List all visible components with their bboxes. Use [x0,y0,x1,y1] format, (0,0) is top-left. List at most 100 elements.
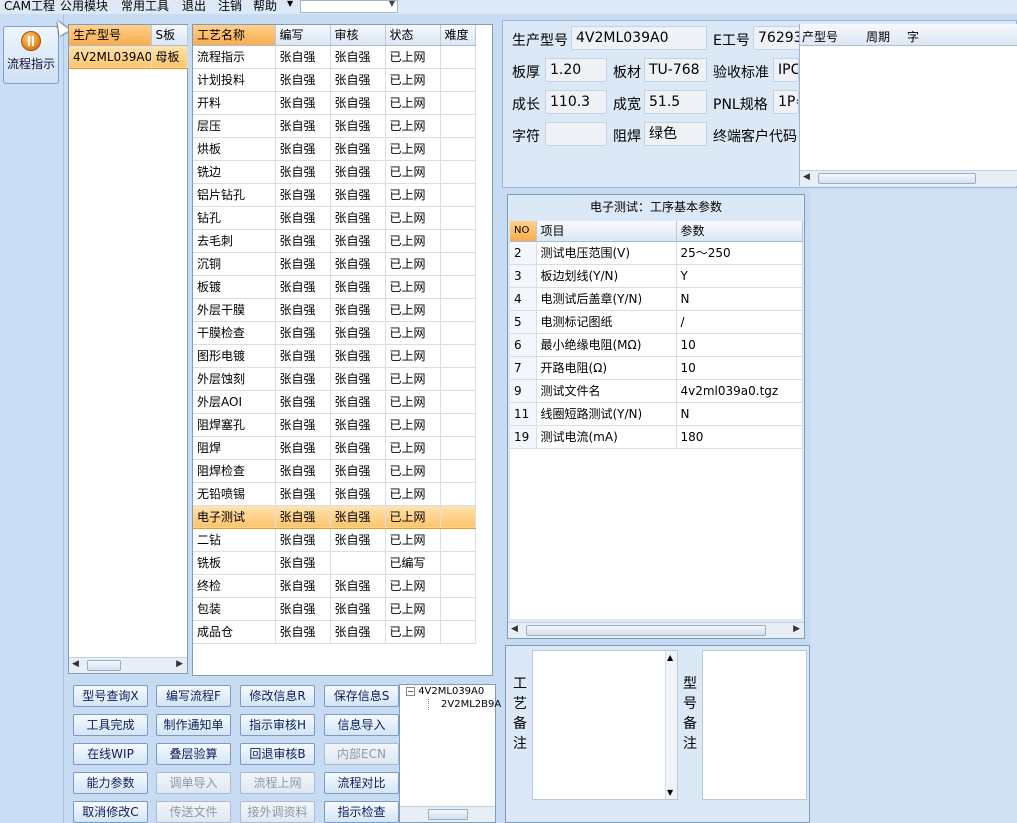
model-notes-textarea[interactable] [702,650,807,800]
table-row[interactable]: 阻焊 张自强 张自强 已上网 [193,436,476,460]
menu-help[interactable]: 帮助 [253,0,277,13]
char-field[interactable] [545,122,607,146]
scroll-left-icon[interactable]: ◀ [803,172,810,182]
table-row[interactable]: 阻焊检查 张自强 张自强 已上网 [193,459,476,483]
model-field[interactable]: 4V2ML039A0 [571,26,707,50]
table-row[interactable]: 11 线圈短路测试(Y/N) N [510,402,803,426]
table-row[interactable]: 干膜检查 张自强 张自强 已上网 [193,321,476,345]
tree-root-node[interactable]: − 4V2ML039A0 [406,686,484,697]
table-row[interactable]: 终检 张自强 张自强 已上网 [193,574,476,598]
standard-field[interactable]: IPC [773,58,799,82]
action-button-1[interactable]: 型号查询X [73,685,148,707]
scroll-up-icon[interactable]: ▲ [667,653,673,662]
scroll-left-icon[interactable]: ◀ [72,659,79,669]
length-field[interactable]: 110.3 [545,90,607,114]
action-button-19[interactable]: 接外调资料 [240,801,315,823]
action-button-9[interactable]: 在线WIP [73,743,148,765]
scroll-left-icon[interactable]: ◀ [511,624,518,634]
tree-child-node[interactable]: 2V2ML2B9A [428,699,501,710]
col-header-no[interactable]: NO [510,221,537,242]
action-button-14[interactable]: 调单导入 [156,772,231,794]
table-row[interactable]: 成品仓 张自强 张自强 已上网 [193,620,476,644]
menu-cam[interactable]: CAM工程 [4,0,55,13]
menu-common-module[interactable]: 公用模块 [60,0,108,13]
action-button-20[interactable]: 指示检查 [324,801,399,823]
scroll-right-icon[interactable]: ▶ [793,624,800,634]
scroll-thumb[interactable] [428,809,468,820]
col-header-period[interactable]: 周期 [866,28,890,45]
notes-vscrollbar[interactable]: ▲ ▼ [665,651,677,799]
pnl-field[interactable]: 1P= [773,90,799,114]
action-button-12[interactable]: 内部ECN [324,743,399,765]
part-list-hscrollbar[interactable]: ◀ ▶ [69,657,187,673]
thickness-field[interactable]: 1.20 [545,58,607,82]
width-field[interactable]: 51.5 [644,90,707,114]
action-button-4[interactable]: 保存信息S [324,685,399,707]
solder-mask-field[interactable]: 绿色 [644,122,707,146]
col-header-s-board[interactable]: S板 [151,25,188,46]
action-button-15[interactable]: 流程上网 [240,772,315,794]
table-row[interactable]: 电子测试 张自强 张自强 已上网 [193,504,476,529]
table-row[interactable]: 外层蚀刻 张自强 张自强 已上网 [193,367,476,391]
action-button-5[interactable]: 工具完成 [73,714,148,736]
col-header-reviewer[interactable]: 审核 [330,25,386,46]
flow-indicator-button[interactable]: 流程指示 [3,26,59,84]
scroll-thumb[interactable] [87,660,121,671]
action-button-16[interactable]: 流程对比 [324,772,399,794]
table-row[interactable]: 烘板 张自强 张自强 已上网 [193,137,476,161]
menu-exit[interactable]: 退出 [182,0,206,13]
scroll-down-icon[interactable]: ▼ [667,788,673,797]
col-header-status[interactable]: 状态 [385,25,441,46]
table-row[interactable]: 铣边 张自强 张自强 已上网 [193,160,476,184]
table-row[interactable]: 6 最小绝缘电阻(MΩ) 10 [510,333,803,357]
table-row[interactable]: 5 电测标记图纸 / [510,310,803,334]
action-button-10[interactable]: 叠层验算 [156,743,231,765]
col-header-process[interactable]: 工艺名称 [193,25,276,46]
table-row[interactable]: 铝片钻孔 张自强 张自强 已上网 [193,183,476,207]
col-header-model[interactable]: 生产型号 [69,25,152,46]
table-row[interactable]: 3 板边划线(Y/N) Y [510,264,803,288]
process-notes-textarea[interactable]: ▲ ▼ [532,650,678,800]
table-row[interactable]: 阻焊塞孔 张自强 张自强 已上网 [193,413,476,437]
table-row[interactable]: 4 电测试后盖章(Y/N) N [510,287,803,311]
table-row[interactable]: 钻孔 张自强 张自强 已上网 [193,206,476,230]
table-row[interactable]: 外层AOI 张自强 张自强 已上网 [193,390,476,414]
menu-combo-box[interactable]: ▼ [300,0,398,13]
table-row[interactable]: 二钻 张自强 张自强 已上网 [193,528,476,552]
table-row[interactable]: 包装 张自强 张自强 已上网 [193,597,476,621]
params-hscrollbar[interactable]: ◀ ▶ [508,622,804,638]
tree-hscrollbar[interactable] [400,806,495,822]
table-row[interactable]: 19 测试电流(mA) 180 [510,425,803,449]
col-header-value[interactable]: 参数 [676,221,803,242]
action-button-7[interactable]: 指示审核H [240,714,315,736]
col-header-item[interactable]: 项目 [536,221,677,242]
table-row[interactable]: 9 测试文件名 4v2ml039a0.tgz [510,379,803,403]
table-row[interactable]: 4V2ML039A0 母板 [69,44,188,69]
material-field[interactable]: TU-768 [644,58,707,82]
col-header-difficulty[interactable]: 难度 [440,25,476,46]
table-row[interactable]: 2 测试电压范围(V) 25～250 [510,241,803,265]
scroll-thumb[interactable] [818,173,976,184]
action-button-11[interactable]: 回退审核B [240,743,315,765]
table-row[interactable]: 层压 张自强 张自强 已上网 [193,114,476,138]
table-row[interactable]: 无铅喷锡 张自强 张自强 已上网 [193,482,476,506]
action-button-13[interactable]: 能力参数 [73,772,148,794]
table-row[interactable]: 去毛刺 张自强 张自强 已上网 [193,229,476,253]
table-row[interactable]: 计划投料 张自强 张自强 已上网 [193,68,476,92]
collapse-icon[interactable]: − [406,686,415,696]
col-header-model[interactable]: 产型号 [802,28,838,45]
table-row[interactable]: 7 开路电阻(Ω) 10 [510,356,803,380]
action-button-18[interactable]: 传送文件 [156,801,231,823]
menu-tools[interactable]: 常用工具 [121,0,169,13]
action-button-17[interactable]: 取消修改C [73,801,148,823]
action-button-8[interactable]: 信息导入 [324,714,399,736]
scroll-right-icon[interactable]: ▶ [176,659,183,669]
action-button-2[interactable]: 编写流程F [156,685,231,707]
dropdown-arrow-icon[interactable]: ▼ [287,0,293,8]
action-button-6[interactable]: 制作通知单 [156,714,231,736]
col-header-char[interactable]: 字 [907,28,919,45]
table-row[interactable]: 外层干膜 张自强 张自强 已上网 [193,298,476,322]
table-row[interactable]: 板镀 张自强 张自强 已上网 [193,275,476,299]
side-list-hscrollbar[interactable]: ◀ [800,170,1017,186]
table-row[interactable]: 开料 张自强 张自强 已上网 [193,91,476,115]
